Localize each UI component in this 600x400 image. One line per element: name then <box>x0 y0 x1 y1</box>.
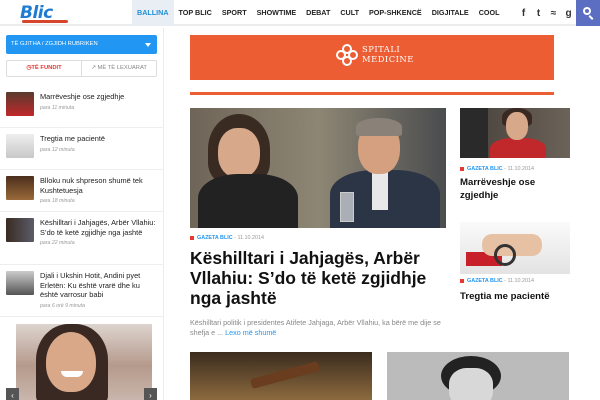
read-more-link[interactable]: Lexo më shumë <box>225 328 276 337</box>
feature-separator: - <box>234 235 236 241</box>
photo-woman-body <box>198 174 298 228</box>
article-thumbnail <box>6 271 34 295</box>
article-title-text: Këshilltari i Jahjagës, Arbër Vllahiu: S… <box>40 218 156 237</box>
main-nav: BALLINA TOP BLIC SPORT SHOWTIME DEBAT CU… <box>132 0 505 26</box>
article-meta: GAZETA BLIC - 11.10.2014 <box>460 278 534 284</box>
facebook-icon[interactable]: f <box>518 8 529 19</box>
clover-icon <box>336 44 358 66</box>
photo-woman-body <box>490 138 546 158</box>
article-meta: GAZETA BLIC - 11.10.2014 <box>460 166 534 172</box>
feature-date: 11.10.2014 <box>237 235 265 241</box>
photo-smile <box>61 371 83 377</box>
article-title: Blloku nuk shpreson shumë tek Kushtetues… <box>40 176 158 207</box>
article-thumbnail <box>6 92 34 116</box>
gavel-image <box>249 361 321 389</box>
article-separator: - <box>504 278 506 284</box>
article-time: para 22 minuta <box>40 240 75 246</box>
twitter-icon[interactable]: t <box>533 8 544 19</box>
article-source[interactable]: GAZETA BLIC <box>467 166 503 172</box>
photo-face <box>46 332 96 392</box>
article-thumbnail <box>6 134 34 158</box>
photo-woman-face <box>506 112 528 140</box>
category-marker <box>190 235 194 240</box>
ad-line-1: SPITALI <box>362 44 401 54</box>
top-navbar: Blic BALLINA TOP BLIC SPORT SHOWTIME DEB… <box>0 0 600 26</box>
right-column: GAZETA BLIC - 11.10.2014 Marrëveshje ose… <box>460 28 576 400</box>
article-title: Këshilltari i Jahjagës, Arbër Vllahiu: S… <box>40 218 158 249</box>
article-separator: - <box>504 166 506 172</box>
left-sidebar: TË GJITHA / ZGJIDH RUBRIKEN ◷TË FUNDIT ↗… <box>0 28 164 400</box>
tab-latest[interactable]: ◷TË FUNDIT <box>7 61 82 76</box>
article-image-agreement[interactable] <box>460 108 570 158</box>
nav-item-cool[interactable]: COOL <box>474 0 505 26</box>
article-title-text: Blloku nuk shpreson shumë tek Kushtetues… <box>40 176 143 195</box>
article-time: para 6 orë 9 minuta <box>40 302 85 309</box>
nav-item-pop-shkence[interactable]: POP-SHKENCË <box>364 0 427 26</box>
article-time: para 12 minuta <box>40 146 75 153</box>
photo-man <box>460 108 488 158</box>
feature-image[interactable] <box>190 108 446 228</box>
photo-man-shirt <box>372 170 388 210</box>
stethoscope-icon <box>494 244 516 266</box>
article-date: 11.10.2014 <box>507 278 535 284</box>
article-thumbnail <box>6 218 34 242</box>
feature-headline[interactable]: Këshilltari i Jahjagës, Arbër Vllahiu: S… <box>190 248 456 308</box>
article-title: Tregtia me pacientë para 12 minuta <box>40 134 158 155</box>
nav-item-top-blic[interactable]: TOP BLIC <box>174 0 217 26</box>
nav-item-ballina[interactable]: BALLINA <box>132 0 174 26</box>
clover-petal <box>336 50 346 60</box>
feature-source[interactable]: GAZETA BLIC <box>197 235 233 241</box>
article-thumbnail <box>6 176 34 200</box>
list-item[interactable]: Blloku nuk shpreson shumë tek Kushtetues… <box>0 170 164 212</box>
site-logo[interactable]: Blic <box>20 3 70 23</box>
tab-most-read[interactable]: ↗ MË TË LEXUARAT <box>82 61 156 76</box>
nav-item-showtime[interactable]: SHOWTIME <box>252 0 302 26</box>
list-item[interactable]: Djali i Ukshin Hotit, Andini pyet Erletë… <box>0 265 164 317</box>
sidebar-tabs: ◷TË FUNDIT ↗ MË TË LEXUARAT <box>6 60 157 77</box>
article-title-text: Tregtia me pacientë <box>40 134 106 143</box>
category-marker <box>460 278 464 283</box>
nav-item-sport[interactable]: SPORT <box>217 0 252 26</box>
article-time: para 11 minuta <box>40 104 75 111</box>
category-marker <box>460 166 464 171</box>
search-icon <box>583 7 591 15</box>
category-dropdown-label: TË GJITHA / ZGJIDH RUBRIKEN <box>11 41 98 47</box>
search-icon-handle <box>588 15 594 20</box>
article-title: Marrëveshje ose zgjedhje para 11 minuta <box>40 92 158 113</box>
latest-news-list: Marrëveshje ose zgjedhje para 11 minuta … <box>0 86 164 317</box>
nav-item-debat[interactable]: DEBAT <box>301 0 335 26</box>
list-item[interactable]: Këshilltari i Jahjagës, Arbër Vllahiu: S… <box>0 212 164 265</box>
article-time: para 18 minuta <box>40 198 75 204</box>
photo-glass <box>340 192 354 222</box>
nav-item-digjitale[interactable]: DIGJITALE <box>427 0 474 26</box>
article-title: Djali i Ukshin Hotit, Andini pyet Erletë… <box>40 271 158 311</box>
google-plus-icon[interactable]: g <box>563 8 574 19</box>
photo-woman-face <box>218 128 260 178</box>
slider-prev-button[interactable]: ‹ <box>6 388 19 400</box>
article-title-text: Marrëveshje ose zgjedhje <box>40 92 125 101</box>
search-button[interactable] <box>576 0 600 26</box>
list-item[interactable]: Marrëveshje ose zgjedhje para 11 minuta <box>0 86 164 128</box>
logo-swoosh <box>22 20 68 23</box>
list-item[interactable]: Tregtia me pacientë para 12 minuta <box>0 128 164 170</box>
article-title-text: Djali i Ukshin Hotit, Andini pyet Erletë… <box>40 271 141 299</box>
article-image-patients[interactable] <box>460 222 570 274</box>
feature-excerpt: Këshilltari politik i presidentes Atifet… <box>190 318 450 338</box>
category-dropdown[interactable]: TË GJITHA / ZGJIDH RUBRIKEN <box>6 35 157 54</box>
social-links: f t ≈ g <box>518 0 574 26</box>
ad-text: SPITALI MEDICINE <box>362 44 414 64</box>
nav-item-cult[interactable]: CULT <box>335 0 364 26</box>
article-title[interactable]: Marrëveshje ose zgjedhje <box>460 176 570 202</box>
rss-icon[interactable]: ≈ <box>548 8 559 19</box>
feature-meta: GAZETA BLIC - 11.10.2014 <box>190 235 264 241</box>
ad-line-2: MEDICINE <box>362 54 414 64</box>
sidebar-photo[interactable] <box>16 324 152 400</box>
article-image-justice[interactable] <box>190 352 372 400</box>
article-source[interactable]: GAZETA BLIC <box>467 278 503 284</box>
article-title[interactable]: Tregtia me pacientë <box>460 290 570 303</box>
chevron-down-icon <box>145 43 151 47</box>
article-date: 11.10.2014 <box>507 166 535 172</box>
slider-next-button[interactable]: › <box>144 388 157 400</box>
photo-man-hair <box>356 118 402 136</box>
